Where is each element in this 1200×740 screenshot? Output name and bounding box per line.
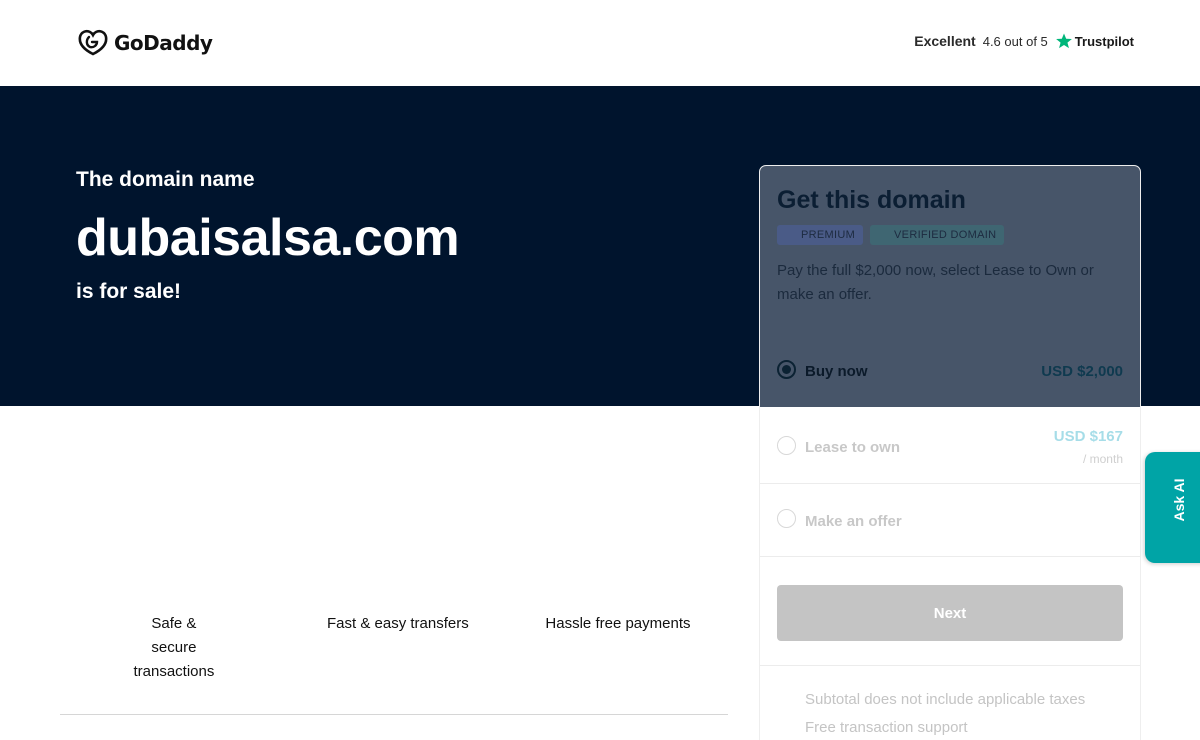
- ask-ai-button[interactable]: Ask AI: [1145, 452, 1200, 563]
- features-row: Safe & secure transactions Fast & easy t…: [60, 612, 728, 684]
- buy-now-label: Buy now: [805, 363, 868, 380]
- ask-ai-label: Ask AI: [1171, 478, 1187, 522]
- star-icon: [1055, 33, 1072, 49]
- trustpilot-rating[interactable]: Excellent 4.6 out of 5 Trustpilot: [914, 32, 1134, 50]
- feature-secure: Safe & secure transactions: [133, 615, 215, 680]
- hero-tail: is for sale!: [76, 280, 182, 303]
- taxes-note: Subtotal does not include applicable tax…: [805, 691, 1086, 708]
- domain-name: dubaisalsa.com: [76, 209, 460, 267]
- section-divider: [60, 714, 728, 715]
- premium-badge: PREMIUM: [777, 225, 864, 245]
- option-buy-now[interactable]: Buy now USD $2,000: [760, 334, 1140, 407]
- top-bar: GoDaddy Excellent 4.6 out of 5 Trustpilo…: [0, 0, 1200, 86]
- purchase-card-header: Get this domain PREMIUM VERIFIED DOMAIN …: [760, 166, 1140, 334]
- option-make-offer[interactable]: Make an offer: [760, 484, 1140, 557]
- lease-to-own-radio[interactable]: [777, 436, 796, 455]
- buy-now-radio[interactable]: [777, 360, 796, 379]
- purchase-card: Get this domain PREMIUM VERIFIED DOMAIN …: [760, 166, 1140, 740]
- support-note: Free transaction support: [805, 719, 968, 736]
- next-button[interactable]: Next: [777, 585, 1123, 641]
- card-description: Pay the full $2,000 now, select Lease to…: [777, 262, 1094, 303]
- verified-domain-badge: VERIFIED DOMAIN: [870, 225, 1005, 245]
- card-divider: [760, 665, 1140, 666]
- brand-name: GoDaddy: [114, 30, 213, 55]
- lease-period: / month: [1082, 452, 1123, 466]
- badges: PREMIUM VERIFIED DOMAIN: [777, 225, 1123, 245]
- make-offer-radio[interactable]: [777, 509, 796, 528]
- godaddy-logo[interactable]: GoDaddy: [78, 29, 213, 56]
- trustpilot-brand: Trustpilot: [1055, 32, 1134, 50]
- make-offer-label: Make an offer: [805, 513, 902, 530]
- option-lease-to-own[interactable]: Lease to own USD $167 / month: [760, 407, 1140, 484]
- lease-to-own-label: Lease to own: [805, 439, 901, 456]
- buy-now-price: USD $2,000: [1041, 363, 1123, 380]
- feature-payments: Hassle free payments: [545, 615, 691, 632]
- card-title: Get this domain: [777, 186, 966, 214]
- godaddy-logo-icon: [78, 29, 108, 56]
- feature-transfers: Fast & easy transfers: [327, 615, 469, 632]
- trustpilot-label: Trustpilot: [1074, 33, 1134, 49]
- rating-score: 4.6 out of 5: [982, 33, 1048, 49]
- lease-price: USD $167: [1053, 428, 1123, 445]
- hero-lead: The domain name: [76, 168, 255, 191]
- rating-label: Excellent: [914, 33, 976, 49]
